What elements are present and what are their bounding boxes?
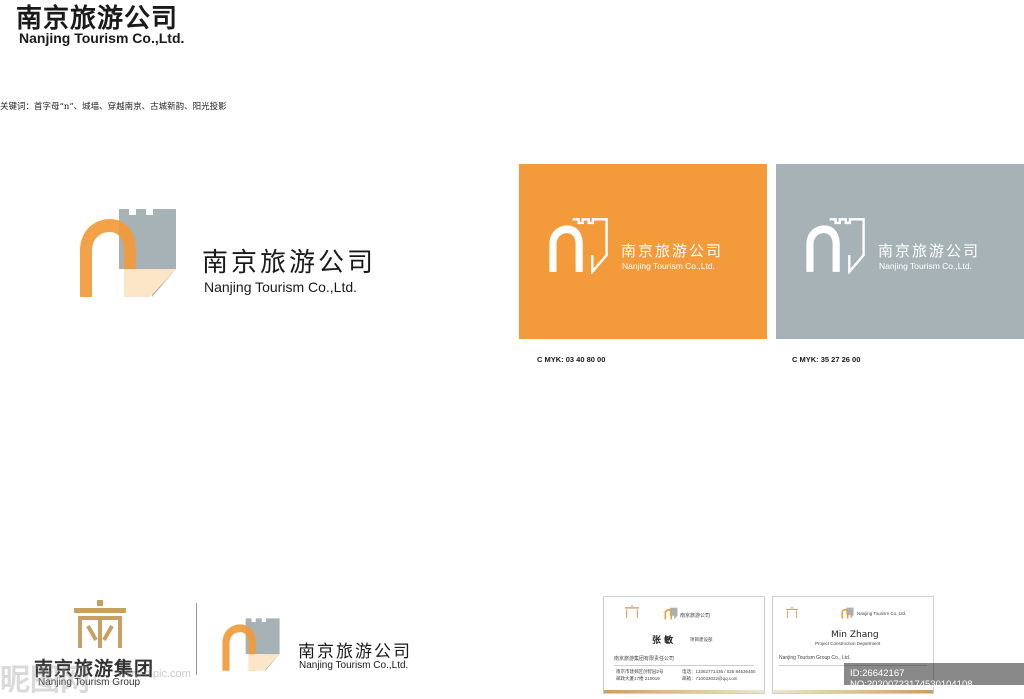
card2-company: Nanjing Tourism Group Co., Ltd. xyxy=(779,655,851,661)
main-logo-name-cn: 南京旅游公司 xyxy=(202,248,377,278)
card1-divider xyxy=(614,665,754,666)
orange-logo-panel: 南京旅游公司 Nanjing Tourism Co.,Ltd. xyxy=(519,164,767,339)
group-jing-icon xyxy=(786,607,798,618)
card1-email: 邮箱：710033022@qq.com xyxy=(682,676,738,681)
page-title-en: Nanjing Tourism Co.,Ltd. xyxy=(19,30,185,46)
grey-cmyk-label: C MYK: 35 27 26 00 xyxy=(792,355,861,364)
keywords-text: 关键词：首字母“n”、城墙、穿越南京、古城新韵、阳光投影 xyxy=(0,102,227,112)
grey-panel-name-cn: 南京旅游公司 xyxy=(878,242,981,260)
orange-cmyk-label: C MYK: 03 40 80 00 xyxy=(537,355,606,364)
card1-brand: 南京旅游公司 xyxy=(680,613,711,619)
card1-address1: 南京市建邺区创智园2号 xyxy=(616,669,664,674)
grey-panel-name-en: Nanjing Tourism Co.,Ltd. xyxy=(879,261,972,271)
orange-panel-name-en: Nanjing Tourism Co.,Ltd. xyxy=(622,261,715,271)
card2-title: Project Construction Department xyxy=(815,641,881,646)
watermark-url: www.nipic.com xyxy=(118,668,191,680)
card2-name: Min Zhang xyxy=(831,630,879,640)
card1-phone: 电话：13362771436 / 025 84536450 xyxy=(682,669,756,674)
nanjing-wall-logo-white xyxy=(549,218,608,274)
card1-address2: 邮政大厦17楼 210019 xyxy=(616,676,660,681)
card1-company: 南京旅游集团有限责任公司 xyxy=(614,656,675,662)
wall-icon xyxy=(664,607,678,620)
group-jing-icon xyxy=(625,605,639,618)
orange-panel-name-cn: 南京旅游公司 xyxy=(621,242,724,260)
small-logo-name-en: Nanjing Tourism Co.,Ltd. xyxy=(299,660,409,671)
wall-icon xyxy=(841,607,854,619)
business-card-cn: 南京旅游公司 张 敏 项目建设部 南京旅游集团有限责任公司 南京市建邺区创智园2… xyxy=(603,596,765,694)
watermark-site: 昵图网 xyxy=(0,663,90,698)
grey-logo-panel: 南京旅游公司 Nanjing Tourism Co.,Ltd. xyxy=(776,164,1024,339)
group-jing-logo xyxy=(74,600,126,648)
card2-brand: Nanjing Tourism Co.,Ltd. xyxy=(857,611,907,616)
main-logo-name-en: Nanjing Tourism Co.,Ltd. xyxy=(204,279,358,295)
nanjing-wall-logo-small xyxy=(222,618,280,671)
small-logo-name-cn: 南京旅游公司 xyxy=(298,642,412,662)
nanjing-wall-logo-white xyxy=(806,218,865,274)
card1-name: 张 敏 xyxy=(652,636,674,646)
watermark-id-text: ID:26642167 NO:20200723174530104108 xyxy=(850,668,973,690)
nanjing-wall-logo xyxy=(80,209,176,297)
card1-title: 项目建设部 xyxy=(690,637,713,642)
logo-divider xyxy=(196,603,197,675)
